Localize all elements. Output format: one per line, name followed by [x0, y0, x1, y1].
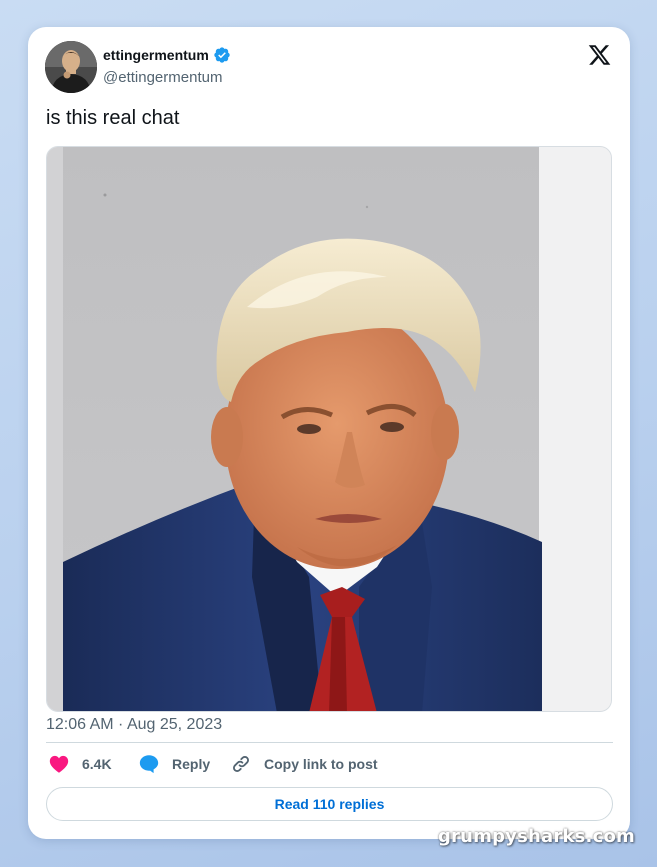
post-card: ettingermentum @ettingermentum is this r…	[28, 27, 630, 839]
heart-icon	[49, 755, 69, 773]
like-count: 6.4K	[82, 756, 112, 772]
speech-bubble-icon	[139, 755, 159, 774]
display-name-text[interactable]: ettingermentum	[103, 47, 209, 63]
divider	[46, 742, 613, 743]
author-display-name[interactable]: ettingermentum	[103, 46, 231, 64]
post-timestamp[interactable]: 12:06 AM · Aug 25, 2023	[46, 716, 222, 734]
post-text: is this real chat	[46, 107, 180, 129]
like-button[interactable]: 6.4K	[48, 753, 138, 775]
read-replies-label: Read 110 replies	[274, 796, 385, 812]
copy-link-button[interactable]: Copy link to post	[230, 753, 378, 775]
avatar[interactable]	[45, 41, 97, 93]
link-icon	[233, 756, 249, 772]
watermark: grumpysharks.com	[437, 826, 635, 847]
read-replies-button[interactable]: Read 110 replies	[46, 787, 613, 821]
reply-button[interactable]: Reply	[138, 753, 230, 775]
post-image[interactable]	[46, 146, 612, 712]
author-handle[interactable]: @ettingermentum	[103, 69, 222, 86]
copy-link-label: Copy link to post	[264, 756, 378, 772]
verified-badge-icon	[214, 47, 230, 63]
action-bar: 6.4K Reply Copy link to post	[48, 751, 378, 777]
x-logo-icon[interactable]	[587, 43, 612, 67]
reply-label: Reply	[172, 756, 211, 772]
